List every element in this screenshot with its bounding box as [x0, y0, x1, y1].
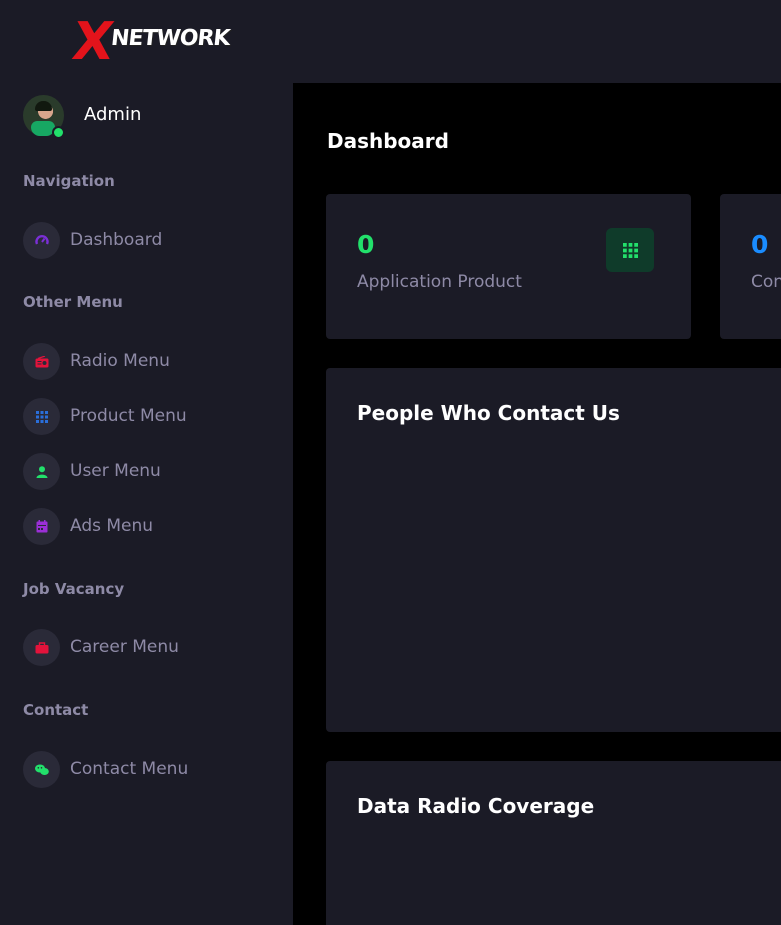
sidebar-item-label: Product Menu [70, 406, 187, 426]
wechat-icon [23, 751, 60, 788]
sidebar-item-label: Radio Menu [70, 351, 170, 371]
user-icon [23, 453, 60, 490]
stat-card-application-product[interactable]: 0 Application Product [326, 194, 691, 339]
avatar[interactable] [23, 95, 65, 139]
section-label-contact: Contact [23, 701, 89, 719]
main-content: Dashboard 0 Application Product 0 Con Pe… [293, 83, 781, 925]
grid-icon [23, 398, 60, 435]
sidebar-item-label: Dashboard [70, 230, 163, 250]
sidebar: Admin Navigation Dashboard Other Menu Ra… [0, 83, 293, 925]
section-label-job-vacancy: Job Vacancy [23, 580, 125, 598]
sidebar-item-contact[interactable]: Contact Menu [23, 751, 273, 789]
sidebar-item-label: Contact Menu [70, 759, 189, 779]
top-bar: X NETWORK [0, 0, 781, 83]
panel-data-radio-coverage: Data Radio Coverage [326, 761, 781, 925]
logo-word: NETWORK [109, 26, 231, 51]
avatar-hair [35, 101, 52, 111]
sidebar-item-label: Career Menu [70, 637, 179, 657]
online-status-dot [52, 126, 65, 139]
grid-icon [606, 228, 654, 272]
sidebar-item-ads[interactable]: Ads Menu [23, 508, 273, 546]
sidebar-item-label: Ads Menu [70, 516, 154, 536]
panel-title: People Who Contact Us [357, 401, 620, 425]
speedometer-icon [23, 222, 60, 259]
stat-value: 0 [751, 230, 769, 259]
section-label-other-menu: Other Menu [23, 293, 123, 311]
briefcase-icon [23, 629, 60, 666]
panel-title: Data Radio Coverage [357, 794, 595, 818]
panel-people-who-contact-us: People Who Contact Us [326, 368, 781, 732]
sidebar-item-dashboard[interactable]: Dashboard [23, 222, 273, 260]
brand-logo[interactable]: X NETWORK [68, 12, 233, 72]
logo-x: X [68, 12, 116, 72]
page-title: Dashboard [327, 129, 449, 153]
stat-card-contact[interactable]: 0 Con [720, 194, 781, 339]
sidebar-item-radio[interactable]: Radio Menu [23, 343, 273, 381]
user-name: Admin [84, 104, 142, 125]
radio-icon [23, 343, 60, 380]
stat-value: 0 [357, 230, 375, 259]
calendar-icon [23, 508, 60, 545]
sidebar-item-career[interactable]: Career Menu [23, 629, 273, 667]
sidebar-item-user[interactable]: User Menu [23, 453, 273, 491]
sidebar-item-product[interactable]: Product Menu [23, 398, 273, 436]
stat-label: Application Product [357, 272, 522, 292]
stat-label: Con [751, 272, 781, 292]
sidebar-item-label: User Menu [70, 461, 161, 481]
section-label-navigation: Navigation [23, 172, 115, 190]
